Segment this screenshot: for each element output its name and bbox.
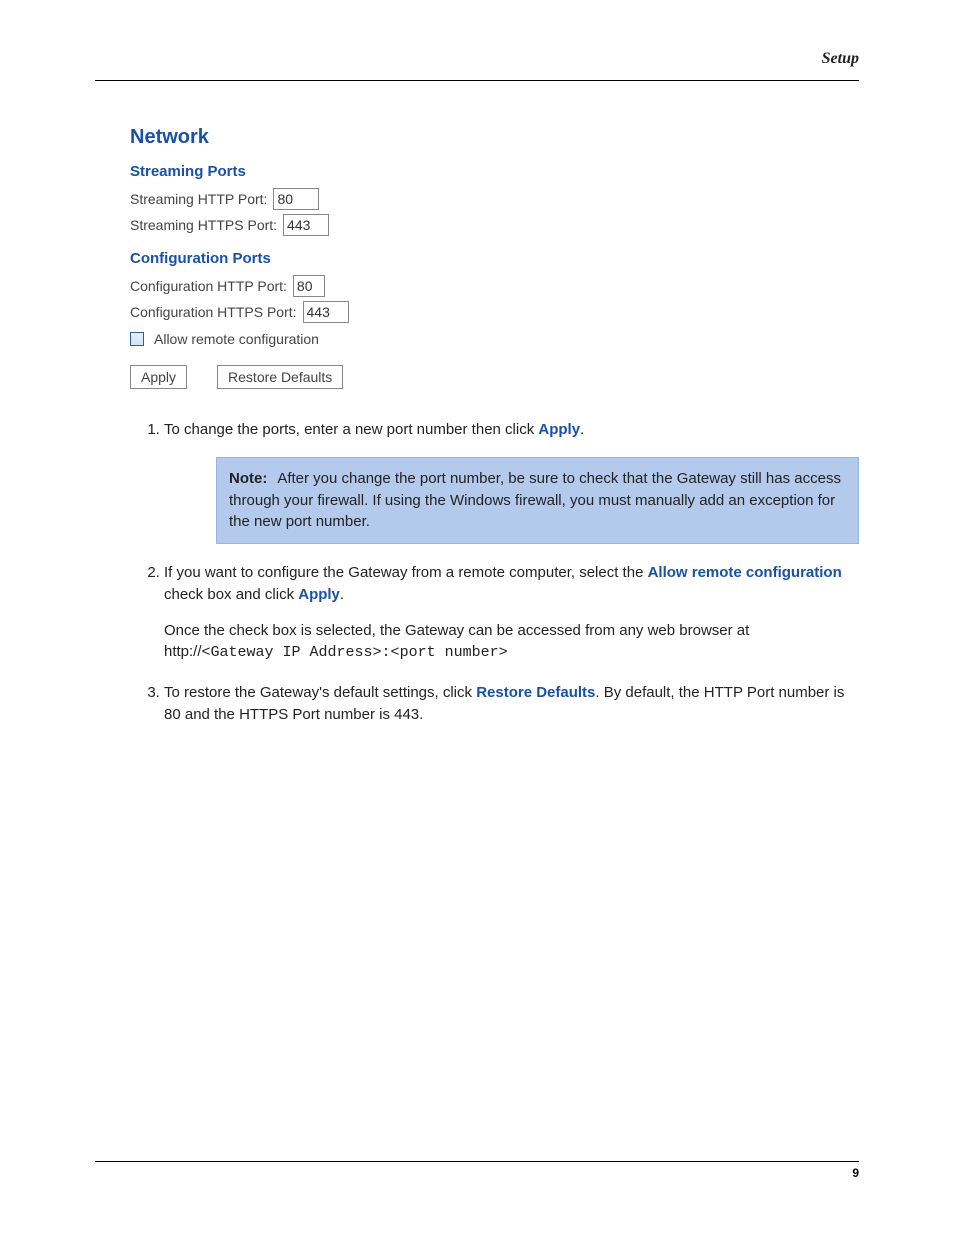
step-1-text-b: .	[580, 421, 584, 438]
step-1-apply-ref: Apply	[538, 421, 580, 438]
restore-defaults-button[interactable]: Restore Defaults	[217, 365, 343, 389]
step-3-text-a: To restore the Gateway's default setting…	[164, 684, 476, 701]
streaming-http-row: Streaming HTTP Port:	[130, 188, 859, 210]
config-heading: Configuration Ports	[130, 250, 859, 267]
page-header: Setup	[95, 50, 859, 81]
allow-remote-checkbox[interactable]	[130, 332, 144, 346]
streaming-http-label: Streaming HTTP Port:	[130, 191, 267, 207]
note-label: Note:	[229, 470, 267, 487]
step-2-url-code: <Gateway IP Address>:<port number>	[202, 644, 508, 661]
button-row: Apply Restore Defaults	[130, 365, 859, 389]
header-section: Setup	[822, 50, 859, 68]
step-2: If you want to configure the Gateway fro…	[164, 562, 859, 664]
allow-remote-row: Allow remote configuration	[130, 331, 859, 347]
step-2-text-c: .	[340, 586, 344, 603]
allow-remote-label: Allow remote configuration	[154, 331, 319, 347]
streaming-heading: Streaming Ports	[130, 163, 859, 180]
step-2-text-a: If you want to configure the Gateway fro…	[164, 564, 648, 581]
step-1: To change the ports, enter a new port nu…	[164, 419, 859, 544]
instructions: To change the ports, enter a new port nu…	[140, 419, 859, 726]
step-3: To restore the Gateway's default setting…	[164, 682, 859, 726]
config-http-input[interactable]	[293, 275, 325, 297]
step-1-text-a: To change the ports, enter a new port nu…	[164, 421, 538, 438]
config-http-label: Configuration HTTP Port:	[130, 278, 287, 294]
network-panel: Network Streaming Ports Streaming HTTP P…	[130, 126, 859, 389]
streaming-https-label: Streaming HTTPS Port:	[130, 217, 277, 233]
config-https-row: Configuration HTTPS Port:	[130, 301, 859, 323]
note-box: Note:After you change the port number, b…	[216, 457, 859, 544]
step-3-restore-ref: Restore Defaults	[476, 684, 595, 701]
apply-button[interactable]: Apply	[130, 365, 187, 389]
streaming-https-input[interactable]	[283, 214, 329, 236]
config-https-input[interactable]	[303, 301, 349, 323]
step-2-allow-remote-ref: Allow remote configuration	[648, 564, 842, 581]
streaming-https-row: Streaming HTTPS Port:	[130, 214, 859, 236]
note-body: After you change the port number, be sur…	[229, 470, 841, 531]
page-number: 9	[95, 1166, 859, 1180]
streaming-http-input[interactable]	[273, 188, 319, 210]
footer-rule	[95, 1161, 859, 1162]
step-2-text-b: check box and click	[164, 586, 298, 603]
page-footer: 9	[95, 1161, 859, 1180]
step-2-para2: Once the check box is selected, the Gate…	[164, 620, 859, 665]
config-https-label: Configuration HTTPS Port:	[130, 304, 297, 320]
config-http-row: Configuration HTTP Port:	[130, 275, 859, 297]
step-2-apply-ref: Apply	[298, 586, 340, 603]
panel-title: Network	[130, 126, 859, 149]
